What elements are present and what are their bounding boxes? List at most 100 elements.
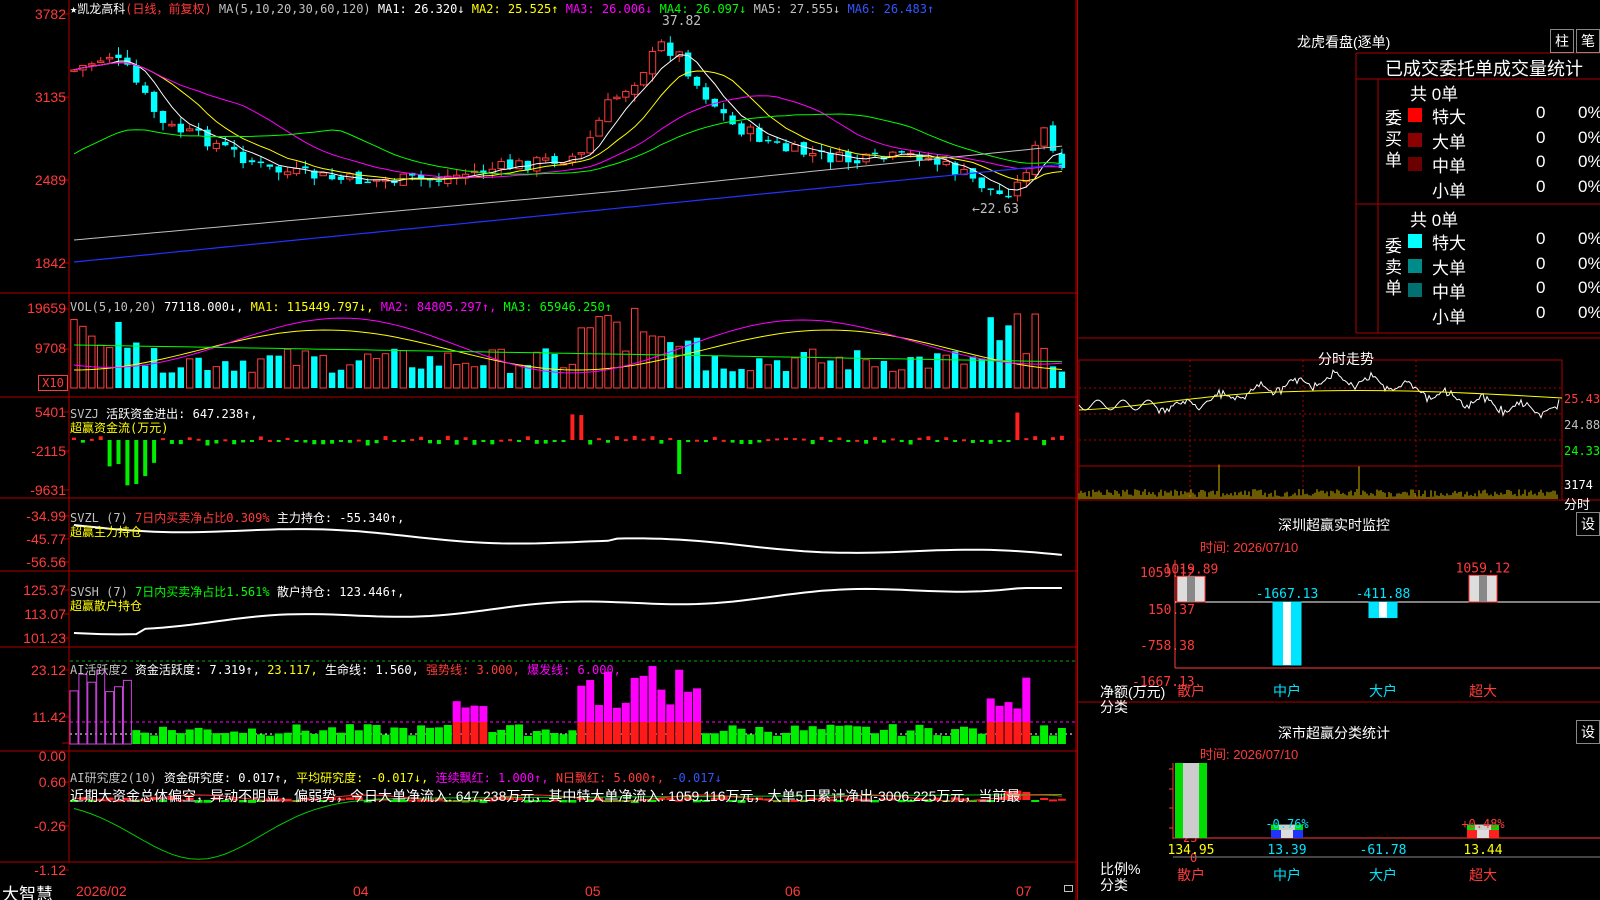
candle-body bbox=[649, 52, 655, 74]
lock-icon[interactable] bbox=[1064, 885, 1073, 892]
candle-body bbox=[249, 160, 255, 162]
ai2-axis-label: 0.60 bbox=[2, 774, 66, 790]
sell-order-row: 特大00% bbox=[1408, 229, 1600, 253]
order-stats-title[interactable]: 已成交委托单成交量统计 bbox=[1385, 55, 1600, 81]
fund-flow-bar bbox=[90, 439, 94, 441]
fund-flow-bar bbox=[1007, 440, 1011, 442]
sz-bar bbox=[1177, 576, 1205, 602]
activity-bar bbox=[844, 725, 852, 744]
volume-bar bbox=[881, 361, 887, 388]
candle-body bbox=[178, 124, 184, 133]
candle-body bbox=[738, 123, 744, 134]
fund-flow-bar bbox=[740, 440, 744, 444]
activity-bar bbox=[1031, 736, 1039, 744]
activity-bar bbox=[275, 733, 283, 744]
fund-flow-bar bbox=[535, 440, 539, 444]
volume-bar bbox=[213, 367, 219, 388]
volume-bar bbox=[329, 373, 335, 388]
tick-view-button[interactable]: 笔 bbox=[1576, 29, 1600, 53]
fund-flow-bar bbox=[134, 440, 138, 484]
intraday-price-label: 24.88 bbox=[1564, 418, 1600, 432]
fund-flow-bar bbox=[268, 440, 272, 442]
fund-flow-bar bbox=[935, 440, 939, 442]
activity-bar bbox=[613, 708, 621, 722]
activity-bar bbox=[471, 722, 479, 744]
activity-bar bbox=[479, 722, 487, 744]
fund-flow-bar bbox=[980, 440, 984, 442]
fund-flow-bar bbox=[873, 437, 877, 440]
ss-bar-highlight bbox=[1281, 830, 1293, 838]
row-percent: 0% bbox=[1578, 128, 1600, 148]
ss-category-label: 散户 bbox=[1177, 867, 1205, 883]
sz-value-label: -411.88 bbox=[1356, 587, 1411, 602]
bar-view-button[interactable]: 柱 bbox=[1550, 29, 1574, 53]
activity-bar bbox=[319, 730, 327, 744]
sz-value-label: 1059.12 bbox=[1456, 561, 1511, 576]
activity-bar bbox=[488, 732, 496, 744]
ai-strong: 强势线: 3.000, bbox=[426, 663, 520, 677]
activity-bar bbox=[106, 692, 114, 744]
volume-bar bbox=[712, 356, 718, 388]
sz-category-label: 超大 bbox=[1469, 683, 1497, 699]
volume-bar bbox=[169, 372, 175, 388]
vol-name: VOL(5,10,20) bbox=[70, 300, 157, 314]
kline-canvas[interactable] bbox=[0, 0, 1077, 900]
candle-body bbox=[71, 70, 77, 72]
fund-flow-bar bbox=[820, 437, 824, 440]
volume-bar bbox=[774, 360, 780, 388]
ss-category-label: 超大 bbox=[1469, 867, 1497, 883]
candle-body bbox=[658, 42, 664, 51]
color-swatch bbox=[1408, 308, 1422, 322]
candle-body bbox=[436, 180, 442, 182]
ai2-description: 近期大资金总体偏空，异动不明显，偏弱势，今日大单净流入: 647.238万元，其… bbox=[70, 786, 1075, 806]
candle-body bbox=[133, 65, 139, 83]
fund-flow-bar bbox=[553, 440, 557, 442]
svzj-sub: 超赢资金流(万元) bbox=[70, 419, 168, 436]
candle-body bbox=[89, 64, 95, 66]
candle-body bbox=[507, 159, 513, 168]
fund-flow-bar bbox=[117, 440, 121, 464]
price-axis-label: 3135 bbox=[2, 89, 66, 105]
svzj-axis-label: -2115 bbox=[2, 443, 66, 459]
activity-bar bbox=[657, 722, 665, 744]
candle-body bbox=[783, 143, 789, 151]
fund-flow-bar bbox=[891, 438, 895, 440]
activity-bar bbox=[720, 731, 728, 744]
activity-bar bbox=[364, 724, 372, 744]
candle-body bbox=[587, 138, 593, 153]
fund-flow-bar bbox=[446, 436, 450, 440]
ss-bar bbox=[1175, 763, 1207, 838]
sz-settings-button[interactable]: 设 bbox=[1576, 512, 1600, 536]
ai2-name: AI研究度2(10) bbox=[70, 771, 157, 785]
ma10-line bbox=[74, 63, 1062, 181]
ss-settings-button[interactable]: 设 bbox=[1576, 720, 1600, 744]
volume-bar bbox=[569, 364, 575, 388]
activity-bar bbox=[711, 733, 719, 744]
activity-bar bbox=[907, 730, 915, 744]
vol-unit-badge[interactable]: X10 bbox=[38, 375, 68, 391]
activity-bar bbox=[809, 726, 817, 744]
volume-bar bbox=[934, 353, 940, 388]
activity-bar bbox=[595, 705, 603, 722]
volume-bar bbox=[818, 363, 824, 388]
activity-bar bbox=[853, 726, 861, 744]
activity-bar bbox=[577, 686, 585, 722]
vol-ma2: MA2: 84805.297↑, bbox=[381, 300, 497, 314]
ss-value-label: -61.78 bbox=[1360, 843, 1407, 858]
intraday-frame bbox=[1079, 360, 1562, 500]
candle-body bbox=[721, 109, 727, 113]
ss-top-label: -0.76% bbox=[1265, 817, 1309, 831]
fund-flow-bar bbox=[722, 440, 726, 442]
ss-top-label: +0.48% bbox=[1461, 817, 1505, 831]
fund-flow-bar bbox=[579, 415, 583, 440]
vol-axis-label: 9708 bbox=[2, 340, 66, 356]
fund-flow-bar bbox=[1042, 440, 1046, 445]
candle-body bbox=[151, 92, 157, 112]
ai-lifeline: 生命线: 1.560, bbox=[325, 663, 419, 677]
vol-axis-label: 19659 bbox=[2, 300, 66, 316]
volume-bar bbox=[996, 340, 1002, 388]
volume-bar bbox=[667, 342, 673, 388]
price-legend: ★凯龙高科(日线，前复权) MA(5,10,20,30,60,120) MA1:… bbox=[70, 0, 934, 17]
main-chart-area[interactable]: ★凯龙高科(日线，前复权) MA(5,10,20,30,60,120) MA1:… bbox=[0, 0, 1077, 900]
activity-bar bbox=[1013, 708, 1021, 722]
